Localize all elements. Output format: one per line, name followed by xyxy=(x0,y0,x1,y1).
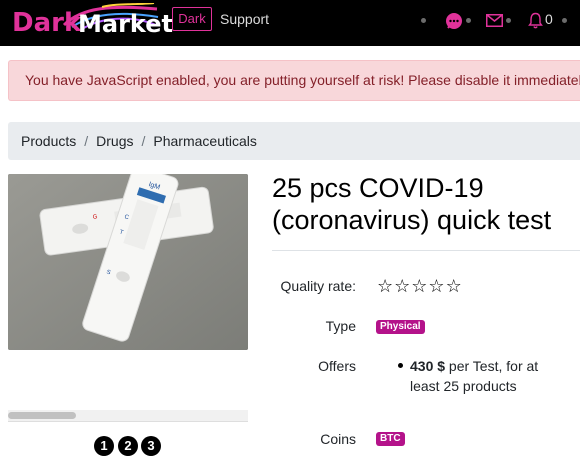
star-empty-icon: ☆ xyxy=(377,276,395,296)
status-dot xyxy=(421,18,426,23)
breadcrumb-item-products[interactable]: Products xyxy=(21,133,76,149)
javascript-warning-alert: You have JavaScript enabled, you are put… xyxy=(8,60,580,101)
gallery-scrollbar[interactable] xyxy=(8,410,248,422)
offer-price: 430 $ xyxy=(410,358,446,374)
type-label: Type xyxy=(325,318,356,334)
gallery-scrollbar-thumb[interactable] xyxy=(8,412,76,419)
product-title: 25 pcs COVID-19 (coronavirus) quick test xyxy=(272,173,552,235)
gallery-page-3-button[interactable]: 3 xyxy=(141,436,161,456)
coins-label: Coins xyxy=(320,431,356,447)
support-link[interactable]: Support xyxy=(220,11,269,27)
quality-rating-stars: ☆☆☆☆☆ xyxy=(377,276,463,296)
brand-logo[interactable]: Dark Market xyxy=(8,3,173,43)
status-dot xyxy=(466,18,471,23)
dark-mode-toggle[interactable]: Dark xyxy=(172,7,212,31)
title-divider xyxy=(272,250,580,251)
status-dot xyxy=(506,18,511,23)
type-badge: Physical xyxy=(376,320,425,334)
star-empty-icon: ☆ xyxy=(445,276,463,296)
bell-icon[interactable] xyxy=(528,12,543,29)
test-cassette-photo: G C T S IgM xyxy=(8,174,248,350)
breadcrumb-separator: / xyxy=(84,133,89,149)
chat-icon[interactable] xyxy=(445,12,463,30)
breadcrumb-item-pharmaceuticals[interactable]: Pharmaceuticals xyxy=(153,133,257,149)
offer-bullet xyxy=(398,363,403,368)
gallery-page-1-button[interactable]: 1 xyxy=(94,436,114,456)
breadcrumb-item-drugs[interactable]: Drugs xyxy=(96,133,133,149)
navbar: Dark Market Dark Support 0 xyxy=(0,0,580,46)
mail-icon[interactable] xyxy=(486,14,503,27)
offers-label: Offers xyxy=(318,358,356,374)
notification-count: 0 xyxy=(545,11,553,27)
star-empty-icon: ☆ xyxy=(394,276,412,296)
brand-name-dark: Dark xyxy=(12,8,82,38)
gallery-page-2-button[interactable]: 2 xyxy=(118,436,138,456)
star-empty-icon: ☆ xyxy=(428,276,446,296)
breadcrumb-separator: / xyxy=(141,133,146,149)
coin-badge-btc: BTC xyxy=(376,432,405,446)
star-empty-icon: ☆ xyxy=(411,276,429,296)
offer-item: 430 $ per Test, for at least 25 products xyxy=(410,356,560,396)
status-dot xyxy=(562,18,567,23)
breadcrumb: Products / Drugs / Pharmaceuticals xyxy=(8,122,580,160)
product-image[interactable]: G C T S IgM xyxy=(8,174,248,350)
brand-name-market: Market xyxy=(78,10,173,38)
quality-rate-label: Quality rate: xyxy=(280,278,356,294)
